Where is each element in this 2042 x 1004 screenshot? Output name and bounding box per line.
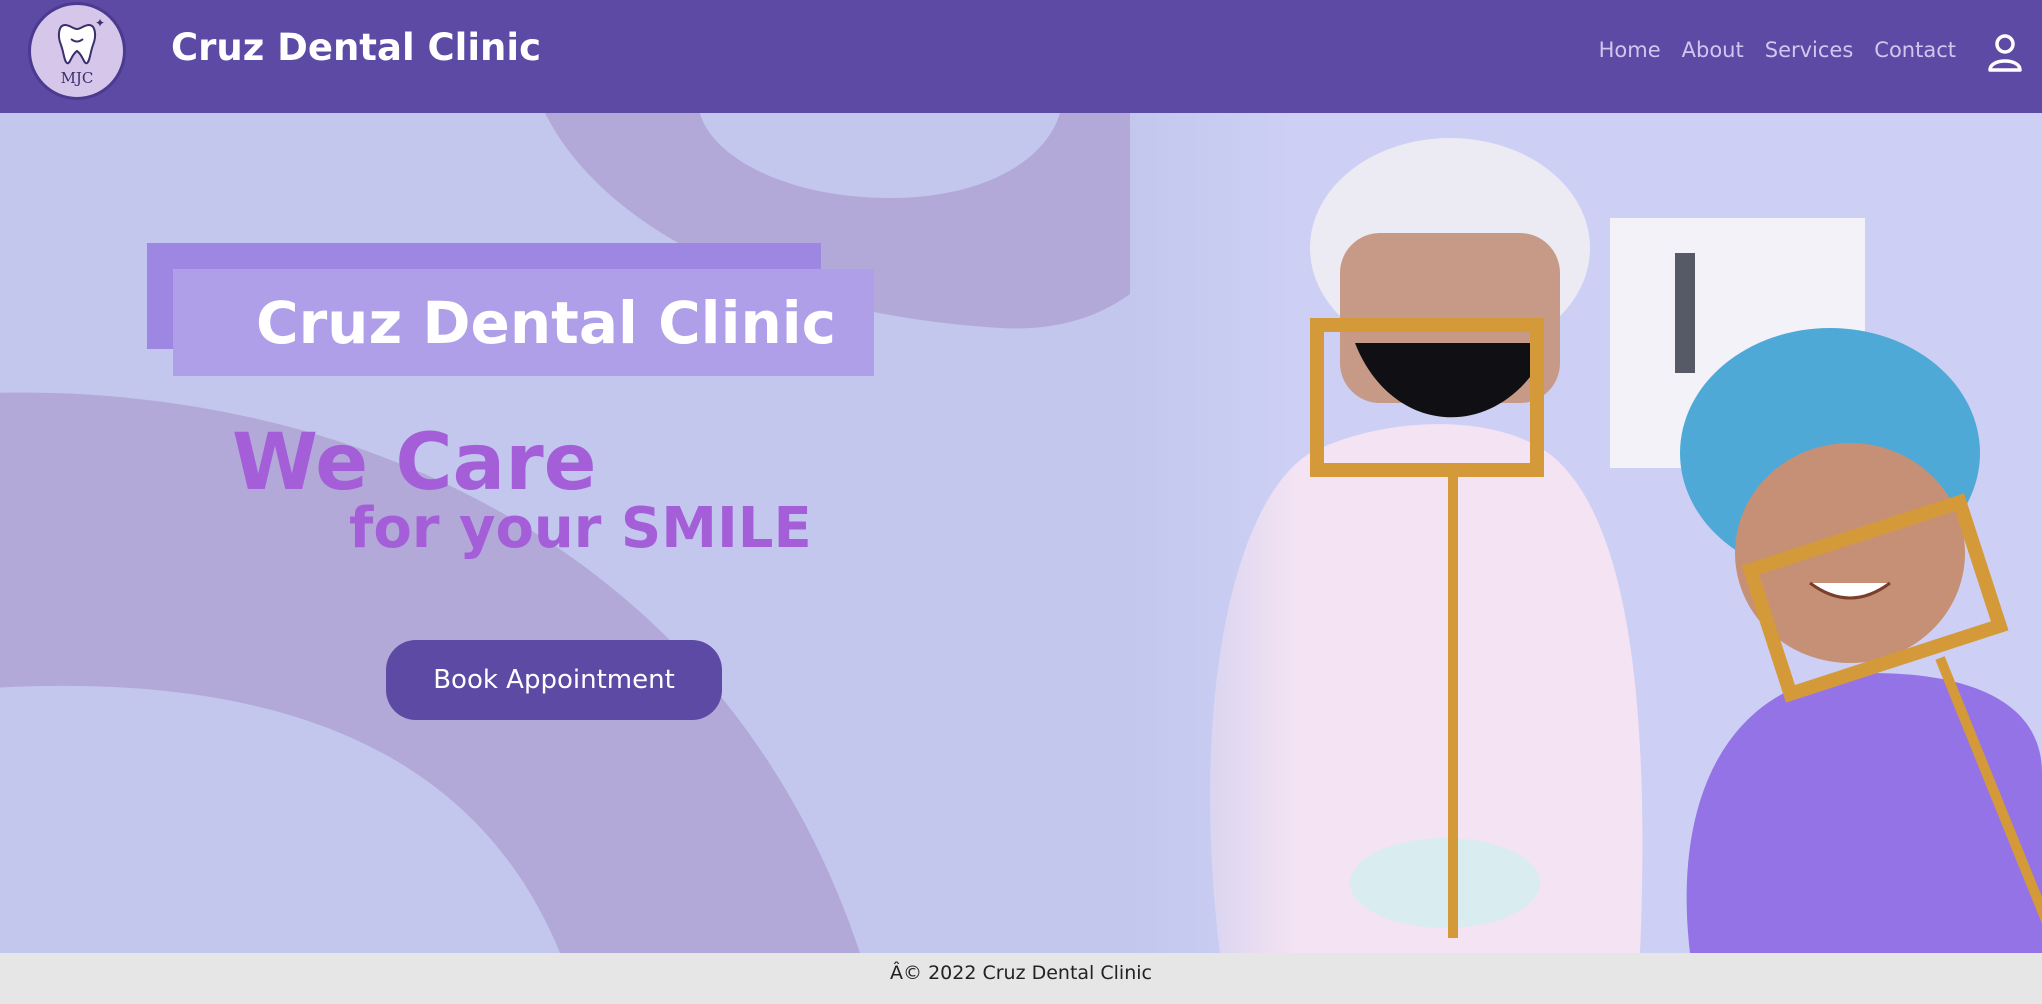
tagline-we-care: We Care — [232, 418, 597, 508]
svg-text:✦: ✦ — [95, 16, 105, 30]
nav-about[interactable]: About — [1682, 38, 1744, 62]
nav-contact[interactable]: Contact — [1874, 38, 1956, 62]
copyright-text: Â© 2022 Cruz Dental Clinic — [890, 962, 1152, 984]
clinic-logo[interactable]: ✦ MJC — [28, 2, 126, 100]
nav-services[interactable]: Services — [1765, 38, 1854, 62]
hero-section: Cruz Dental Clinic We Care for your SMIL… — [0, 113, 2042, 953]
logo-text: MJC — [60, 69, 94, 87]
user-icon[interactable] — [1988, 34, 2022, 72]
site-header: ✦ MJC Cruz Dental Clinic Home About Serv… — [0, 0, 2042, 113]
book-appointment-button[interactable]: Book Appointment — [386, 640, 722, 720]
main-nav: Home About Services Contact — [1578, 38, 1956, 62]
brand-title[interactable]: Cruz Dental Clinic — [171, 26, 541, 69]
nav-home[interactable]: Home — [1599, 38, 1661, 62]
site-footer: Â© 2022 Cruz Dental Clinic — [0, 953, 2042, 1004]
tagline-for-your-smile: for your SMILE — [349, 496, 812, 561]
dentist-and-patient-photo — [1130, 113, 2042, 953]
hero-title: Cruz Dental Clinic — [256, 289, 836, 357]
